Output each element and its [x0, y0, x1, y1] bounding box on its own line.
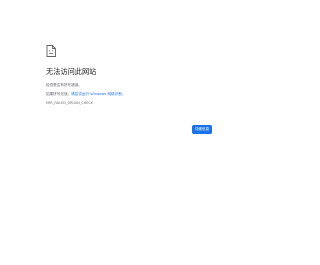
error-page: 无法访问此网站 检查是否有拼写错误。 如果拼写无误，请尝试运行 Windows …: [0, 0, 259, 265]
diagnostics-hint-suffix: 。: [121, 92, 126, 96]
details-button[interactable]: 详细信息: [192, 125, 212, 134]
network-diagnostics-link[interactable]: 请尝试运行 Windows 网络诊断: [71, 92, 122, 96]
diagnostics-hint: 如果拼写无误，请尝试运行 Windows 网络诊断。: [46, 92, 125, 97]
error-code: ERR_FAILED_ORIGIN_CHECK: [46, 101, 93, 105]
page-title: 无法访问此网站: [46, 67, 97, 76]
diagnostics-hint-prefix: 如果拼写无误，: [46, 92, 72, 96]
spelling-hint: 检查是否有拼写错误。: [46, 83, 82, 87]
sad-page-icon: [46, 42, 56, 57]
